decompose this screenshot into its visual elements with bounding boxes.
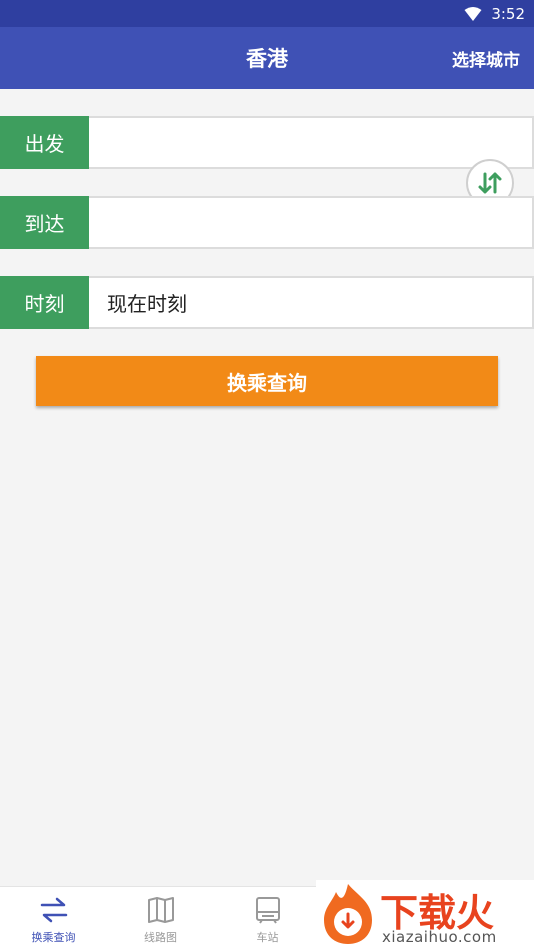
nav-item-transfer[interactable]: 换乘查询 xyxy=(0,887,107,949)
arrival-input[interactable] xyxy=(89,198,532,247)
transfer-icon xyxy=(40,897,67,923)
departure-input[interactable] xyxy=(89,118,532,167)
watermark-domain: xiazaihuo.com xyxy=(382,928,497,946)
arrival-row: 到达 xyxy=(0,196,534,249)
wifi-icon xyxy=(464,6,482,21)
departure-label: 出发 xyxy=(0,116,89,169)
map-icon xyxy=(147,897,174,923)
time-input[interactable]: 现在时刻 xyxy=(89,278,532,327)
flame-logo-icon xyxy=(324,884,372,944)
watermark: 下载火 xiazaihuo.com xyxy=(316,880,534,949)
departure-row: 出发 xyxy=(0,116,534,169)
status-bar: 3:52 xyxy=(0,0,534,27)
select-city-button[interactable]: 选择城市 xyxy=(452,27,520,89)
nav-label-map: 线路图 xyxy=(144,931,177,944)
app-bar: 香港 选择城市 xyxy=(0,27,534,89)
nav-label-transfer: 换乘查询 xyxy=(31,931,76,944)
transfer-query-button[interactable]: 换乘查询 xyxy=(36,356,498,406)
arrival-label: 到达 xyxy=(0,196,89,249)
swap-arrows-icon xyxy=(478,172,502,194)
nav-item-map[interactable]: 线路图 xyxy=(107,887,214,949)
station-icon xyxy=(255,897,280,924)
time-label: 时刻 xyxy=(0,276,89,329)
time-row: 时刻 现在时刻 xyxy=(0,276,534,329)
nav-item-station[interactable]: 车站 xyxy=(214,887,321,949)
status-time: 3:52 xyxy=(491,4,525,23)
nav-label-station: 车站 xyxy=(256,931,279,944)
